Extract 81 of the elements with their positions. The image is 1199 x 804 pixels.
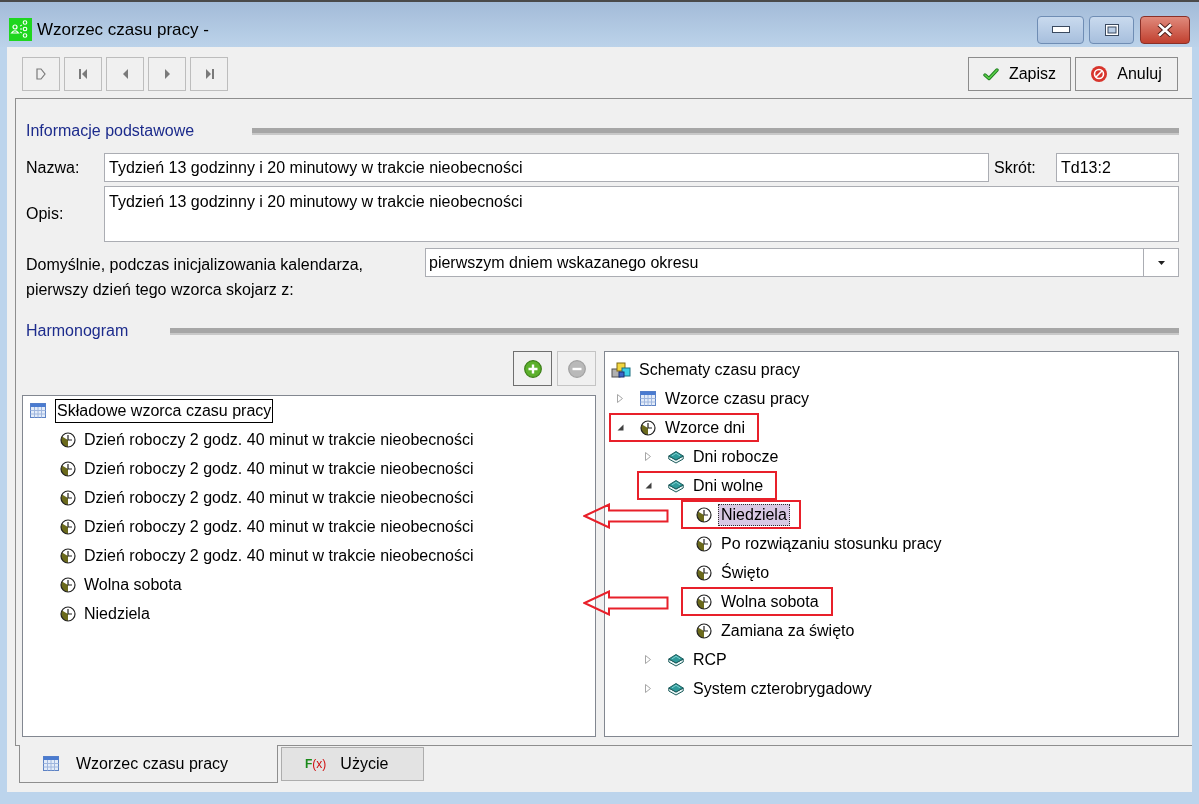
short-name-field[interactable]: Td13:2 [1056,153,1179,182]
field-label: Opis: [26,204,65,224]
tree-item[interactable]: Wzorce czasu pracy [662,387,813,410]
tree-item[interactable]: Schematy czasu pracy [636,358,803,381]
field-label: Nazwa: [26,157,81,178]
clock-icon [696,506,712,523]
tree-item[interactable]: Po rozwiązaniu stosunku pracy [718,532,945,555]
clock-icon [60,431,76,448]
tree-item[interactable]: RCP [690,648,730,671]
close-icon [1157,22,1173,37]
tree-item[interactable]: Dzień roboczy 2 godz. 40 minut w trakcie nieobecności [82,427,476,452]
tree-item[interactable]: Dzień roboczy 2 godz. 40 minut w trakcie nieobecności [82,485,476,510]
clock-icon [60,460,76,477]
plus-icon [523,359,542,378]
field-label: Skrót: [994,157,1037,178]
collapsed-triangle-icon[interactable] [617,394,623,403]
collapsed-triangle-icon[interactable] [645,684,651,693]
book-icon [668,681,684,696]
tree-item[interactable]: System czterobrygadowy [690,677,875,700]
clock-icon [640,419,656,436]
tree-item[interactable]: Dni wolne [690,474,767,497]
tree-item[interactable]: Dzień roboczy 2 godz. 40 minut w trakcie nieobecności [82,514,476,539]
cancel-button[interactable]: Anuluj [1075,57,1178,91]
tag-icon [36,68,46,80]
tree-item[interactable]: Niedziela [718,503,790,526]
tree-item[interactable]: Dni robocze [690,445,782,468]
clock-icon [60,605,76,622]
clock-icon [696,535,712,552]
skip-end-icon [204,69,214,79]
section-heading: Informacje podstawowe [26,121,196,141]
clock-icon [60,576,76,593]
save-button[interactable]: Zapisz [968,57,1071,91]
tab[interactable]: F(x) Użycie [281,747,424,781]
tree-item[interactable]: Zamiana za święto [718,619,858,642]
clock-icon [60,547,76,564]
clock-icon [60,489,76,506]
collapsed-triangle-icon[interactable] [645,452,651,461]
tree-item[interactable]: Wzorce dni [662,416,749,439]
section-heading: Harmonogram [26,321,130,341]
book-icon [668,478,684,493]
name-field[interactable]: Tydzień 13 godzinny i 20 minutowy w trakcie nieobecności [104,153,989,182]
app-icon [9,18,32,41]
minimize-icon [1051,26,1070,33]
tree-item[interactable]: Dzień roboczy 2 godz. 40 minut w trakcie nieobecności [82,543,476,568]
field-label: Domyślnie, podczas inicjalizowania kalendarza, pierwszy dzień tego wzorca skojarz z: [26,255,365,300]
triangle-left-icon [122,69,128,79]
minimize-button[interactable] [1037,15,1084,44]
add-button[interactable] [513,351,552,386]
fx-label: F(x) [305,756,327,772]
calendar-icon [43,756,59,771]
maximize-icon [1104,23,1119,36]
tree-item[interactable]: Dzień roboczy 2 godz. 40 minut w trakcie nieobecności [82,456,476,481]
cubes-icon [611,360,631,379]
caret-icon [1157,260,1165,265]
book-icon [668,449,684,464]
window-title: Wzorzec czasu pracy - [37,18,209,41]
start-day-dropdown[interactable]: pierwszym dniem wskazanego okresu [425,248,1179,277]
expanded-triangle-icon[interactable] [617,424,624,431]
tree-item[interactable]: Niedziela [82,601,152,626]
collapsed-triangle-icon[interactable] [645,655,651,664]
clock-icon [60,518,76,535]
triangle-right-icon [164,69,170,79]
tree-item[interactable]: Składowe wzorca czasu pracy [55,398,274,423]
checkmark-icon [982,67,999,81]
tree-item[interactable]: Święto [718,561,773,584]
expanded-triangle-icon[interactable] [645,482,652,489]
tree-item[interactable]: Wolna sobota [718,590,822,613]
clock-icon [696,593,712,610]
book-icon [668,652,684,667]
clock-icon [696,564,712,581]
maximize-button[interactable] [1089,15,1134,44]
skip-start-icon [78,69,88,79]
clock-icon [696,622,712,639]
stop-icon [1091,66,1108,82]
calendar-icon [640,391,656,406]
calendar-icon [30,403,46,418]
description-field[interactable]: Tydzień 13 godzinny i 20 minutowy w trakcie nieobecności [104,186,1179,242]
close-button[interactable] [1140,15,1190,44]
tree-item[interactable]: Wolna sobota [82,572,184,597]
minus-icon [567,359,586,378]
tab[interactable]: Wzorzec czasu pracy [19,745,278,783]
